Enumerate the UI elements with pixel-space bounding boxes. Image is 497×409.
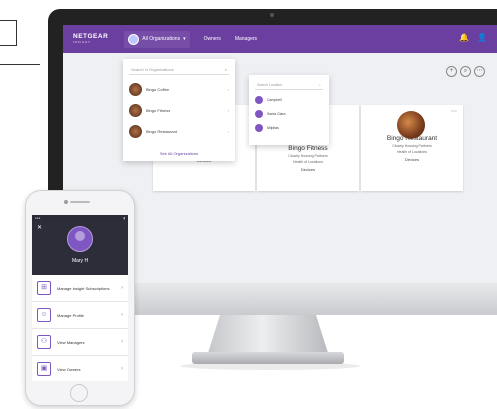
location-pin-icon (255, 110, 263, 118)
frame-corner (0, 20, 17, 46)
org-list-item[interactable]: Bingo Restaurant › (123, 121, 235, 142)
frame-line (0, 64, 40, 65)
profile-header: ✕ Mary H (32, 221, 128, 275)
phone-speaker (70, 201, 90, 203)
location-item[interactable]: Santa Clara (249, 107, 329, 121)
chevron-right-icon: › (227, 108, 229, 113)
logo-subtext: INSIGHT (73, 40, 91, 45)
search-icon: ⌕ (319, 83, 321, 87)
org-list-item[interactable]: Bingo Coffee › (123, 79, 235, 100)
add-icon[interactable]: + (446, 66, 457, 77)
menu-item-subscriptions[interactable]: ⊞ Manage Insight Subscriptions › (32, 275, 128, 302)
location-label: Campbell (267, 98, 282, 102)
mobile-phone: ●●● ▮ ✕ Mary H ⊞ Manage Insight Subscript… (25, 190, 135, 406)
monitor-base (192, 352, 344, 364)
menu-label: View Owners (57, 366, 81, 372)
monitor-stand (208, 315, 328, 353)
menu-item-owners[interactable]: ▣ View Owners › (32, 356, 128, 381)
notification-bell-icon[interactable]: 🔔 (459, 33, 469, 42)
toolbar-icons: + ⌕ ⋯ (446, 66, 485, 77)
menu-item-profile[interactable]: ☺ Manage Profile › (32, 302, 128, 329)
location-pin-icon (255, 124, 263, 132)
org-list-label: Bingo Fitness (146, 108, 171, 113)
location-search-placeholder: Search Location (257, 83, 283, 87)
nav-owners[interactable]: Owners (204, 36, 221, 42)
org-list-item[interactable]: Bingo Fitness › (123, 100, 235, 121)
org-avatar (128, 33, 140, 45)
org-photo (397, 111, 425, 139)
location-item[interactable]: Milpitas (249, 121, 329, 135)
search-icon: ⌕ (224, 67, 227, 72)
location-pin-icon (255, 96, 263, 104)
location-search-input[interactable]: Search Location ⌕ (255, 81, 323, 90)
profile-icon: ☺ (37, 308, 51, 322)
org-search-placeholder: Search in Organizations (131, 67, 174, 72)
org-card-devices: Devices (404, 157, 420, 162)
monitor-camera (270, 13, 274, 17)
org-card-devices: Devices (300, 167, 316, 172)
search-icon[interactable]: ⌕ (460, 66, 471, 77)
organizations-dropdown: Search in Organizations ⌕ Bingo Coffee ›… (123, 59, 235, 161)
org-switch-label: All Organizations (142, 36, 181, 42)
org-list-label: Bingo Restaurant (146, 129, 177, 134)
org-card-line2: Health of Locations (397, 150, 427, 154)
subscription-icon: ⊞ (37, 281, 51, 295)
chevron-down-icon: ▾ (183, 36, 186, 42)
org-thumbnail (129, 83, 142, 96)
chevron-right-icon: › (121, 366, 123, 372)
avatar (67, 226, 93, 252)
more-options-icon[interactable]: ⋯ (451, 108, 457, 115)
org-card-line2: Health of Locations (293, 160, 323, 164)
phone-camera (64, 200, 68, 204)
chevron-right-icon: › (227, 129, 229, 134)
org-card-name: Bingo Fitness (288, 145, 328, 152)
managers-icon: ⚇ (37, 335, 51, 349)
location-label: Milpitas (267, 126, 279, 130)
close-icon[interactable]: ✕ (37, 224, 42, 231)
org-card-line1: Closely Housing Partners (392, 144, 432, 148)
phone-screen: ●●● ▮ ✕ Mary H ⊞ Manage Insight Subscript… (32, 215, 128, 381)
org-thumbnail (129, 125, 142, 138)
more-icon[interactable]: ⋯ (474, 66, 485, 77)
user-icon[interactable]: 👤 (477, 33, 487, 42)
nav-managers[interactable]: Managers (235, 36, 257, 42)
see-all-orgs-link[interactable]: See All Organizations (123, 151, 235, 156)
user-name: Mary H (71, 258, 89, 264)
org-search-input[interactable]: Search in Organizations ⌕ (129, 65, 229, 75)
netgear-logo: NETGEAR INSIGHT (73, 33, 108, 45)
location-item[interactable]: Campbell (249, 93, 329, 107)
chevron-right-icon: › (121, 285, 123, 291)
org-thumbnail (129, 104, 142, 117)
chevron-right-icon: › (227, 87, 229, 92)
organization-switcher[interactable]: All Organizations ▾ (124, 30, 190, 48)
chevron-right-icon: › (121, 339, 123, 345)
location-dropdown: Search Location ⌕ Campbell Santa Clara M… (249, 75, 329, 145)
menu-item-managers[interactable]: ⚇ View Managers › (32, 329, 128, 356)
org-card-line1: Closely Housing Partners (288, 154, 328, 158)
menu-label: Manage Insight Subscriptions (57, 285, 110, 291)
location-label: Santa Clara (267, 112, 286, 116)
chevron-right-icon: › (121, 312, 123, 318)
menu-label: Manage Profile (57, 312, 84, 318)
owners-icon: ▣ (37, 362, 51, 376)
app-header: NETGEAR INSIGHT All Organizations ▾ Owne… (63, 25, 497, 53)
home-button[interactable] (70, 384, 88, 402)
org-list-label: Bingo Coffee (146, 87, 170, 92)
menu-label: View Managers (57, 339, 85, 345)
org-card[interactable]: ⋯ Bingo Restaurant Closely Housing Partn… (361, 105, 463, 191)
